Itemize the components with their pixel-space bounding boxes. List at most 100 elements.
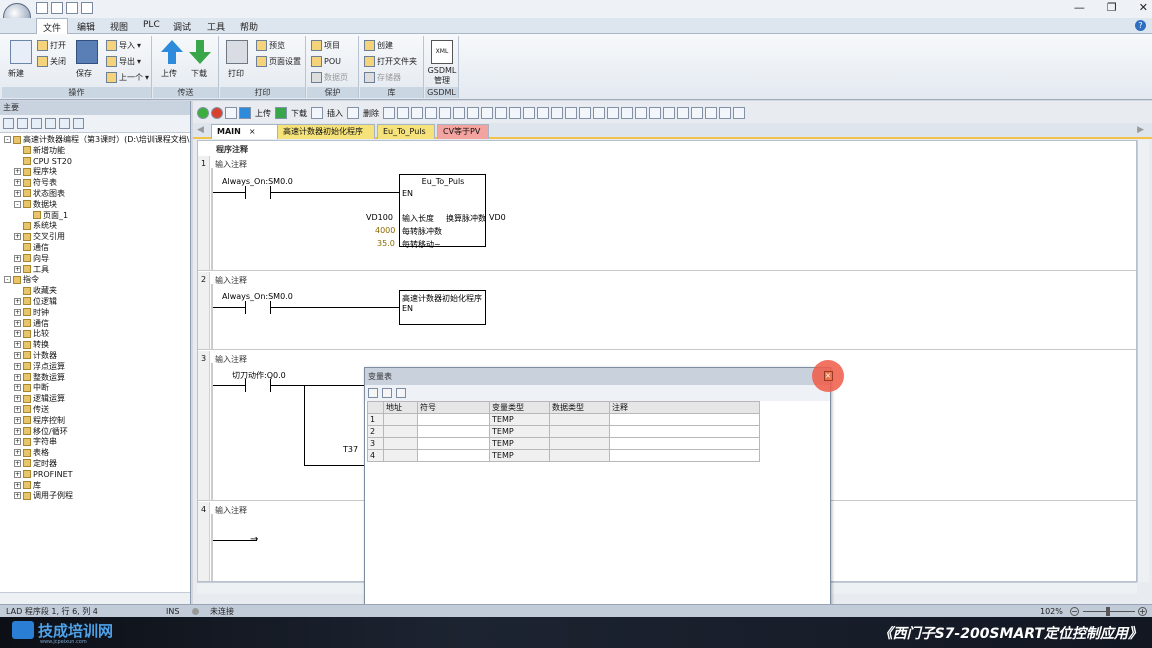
delete-toolbar-button[interactable]: 删除 (361, 108, 381, 119)
tree-item[interactable]: 系统块 (0, 221, 190, 232)
project-protect-button[interactable]: 项目 (311, 40, 340, 51)
expand-icon[interactable]: + (14, 330, 21, 338)
upload-button[interactable]: 上传 (161, 68, 177, 79)
tree-item[interactable]: + PROFINET (0, 470, 190, 481)
table-cell[interactable]: TEMP (489, 449, 550, 462)
table-cell[interactable]: 4 (367, 449, 384, 462)
preview-button[interactable]: 预览 (256, 40, 285, 51)
sort-icon[interactable] (396, 388, 406, 398)
tree-item[interactable]: + 工具 (0, 265, 190, 276)
tool-icon-15[interactable] (579, 107, 591, 119)
tree-item[interactable]: + 向导 (0, 254, 190, 265)
tree-item[interactable]: + 库 (0, 481, 190, 492)
menu-edit[interactable]: 编辑 (77, 20, 95, 33)
tree-item[interactable]: 新增功能 (0, 146, 190, 157)
tab-main[interactable]: MAIN × (211, 124, 283, 139)
tool-icon-14[interactable] (565, 107, 577, 119)
contact-address[interactable]: Always_On:SM0.0 (222, 292, 293, 301)
tool-icon-9[interactable] (495, 107, 507, 119)
tree-item[interactable]: + 传送 (0, 405, 190, 416)
menu-debug[interactable]: 调试 (173, 20, 191, 33)
view-icon-6[interactable] (73, 118, 84, 129)
tool-icon-23[interactable] (691, 107, 703, 119)
network-comment[interactable]: 输入注释 (215, 505, 247, 516)
tab-hsc-init[interactable]: 高速计数器初始化程序 (277, 124, 375, 139)
table-cell[interactable]: 3 (367, 437, 384, 450)
gsdml-manage-button[interactable]: GSDML 管理 (427, 66, 457, 86)
table-row[interactable]: 2 TEMP (367, 425, 760, 438)
expand-icon[interactable]: + (14, 416, 21, 424)
tree-item[interactable]: + 浮点运算 (0, 362, 190, 373)
tree-item[interactable]: + 字符串 (0, 437, 190, 448)
table-cell[interactable] (549, 413, 610, 426)
zoom-slider-thumb[interactable] (1106, 607, 1110, 616)
expand-icon[interactable]: + (14, 405, 21, 413)
minimize-icon[interactable]: — (1074, 1, 1085, 14)
restore-icon[interactable]: ❐ (1107, 1, 1117, 14)
zoom-in-icon[interactable]: + (1138, 607, 1147, 616)
view-icon-4[interactable] (45, 118, 56, 129)
new-button[interactable]: 新建 (8, 68, 24, 79)
upload-small-icon[interactable] (239, 107, 251, 119)
table-row[interactable]: 3 TEMP (367, 437, 760, 450)
insert-toolbar-button[interactable]: 插入 (325, 108, 345, 119)
save-icon[interactable] (66, 2, 78, 14)
table-cell[interactable] (383, 437, 418, 450)
tool-icon-2[interactable] (397, 107, 409, 119)
tree-item[interactable]: + 状态图表 (0, 189, 190, 200)
contact-address[interactable]: 切刀动作:Q0.0 (232, 370, 286, 381)
tree-item[interactable]: 收藏夹 (0, 286, 190, 297)
menu-view[interactable]: 视图 (110, 20, 128, 33)
table-cell[interactable] (383, 449, 418, 462)
download-small-icon[interactable] (275, 107, 287, 119)
download-toolbar-button[interactable]: 下载 (289, 108, 309, 119)
tool-icon-1[interactable] (383, 107, 395, 119)
tree-item[interactable]: + 位逻辑 (0, 297, 190, 308)
network-2[interactable]: 2 输入注释 Always_On:SM0.0 高速计数器初始化程序 EN (198, 272, 1136, 350)
expand-icon[interactable]: + (14, 233, 21, 241)
table-cell[interactable] (549, 425, 610, 438)
collapse-icon[interactable]: - (4, 136, 11, 143)
output-value-vd0[interactable]: VD0 (489, 213, 506, 222)
tree-item[interactable]: + 程序块 (0, 167, 190, 178)
expand-icon[interactable]: + (14, 319, 21, 327)
delete-row-icon[interactable] (382, 388, 392, 398)
view-icon-2[interactable] (17, 118, 28, 129)
tool-icon-16[interactable] (593, 107, 605, 119)
close-button[interactable]: 关闭 (37, 56, 66, 67)
expand-icon[interactable]: + (14, 308, 21, 316)
tree-item[interactable]: + 调用子例程 (0, 491, 190, 502)
expand-icon[interactable]: + (14, 384, 21, 392)
tool-icon-24[interactable] (705, 107, 717, 119)
create-library-button[interactable]: 创建 (364, 40, 393, 51)
table-cell[interactable] (609, 413, 760, 426)
tool-icon-10[interactable] (509, 107, 521, 119)
subroutine-block-hsc-init[interactable]: 高速计数器初始化程序 EN (399, 290, 486, 325)
tab-eu-to-puls[interactable]: Eu_To_Puls (377, 124, 435, 139)
tree-item[interactable]: + 交叉引用 (0, 232, 190, 243)
page-setup-button[interactable]: 页面设置 (256, 56, 301, 67)
tab-scroll-left-icon[interactable]: ◀ (197, 125, 204, 135)
data-page-protect-button[interactable]: 数据页 (311, 72, 348, 83)
menu-help[interactable]: 帮助 (240, 20, 258, 33)
menu-file[interactable]: 文件 (36, 18, 69, 35)
network-1[interactable]: 1 输入注释 Always_On:SM0.0 Eu_To_Puls EN 输入长… (198, 156, 1136, 271)
stop-icon[interactable] (211, 107, 223, 119)
expand-icon[interactable]: + (14, 438, 21, 446)
network-comment[interactable]: 输入注释 (215, 275, 247, 286)
tool-icon-12[interactable] (537, 107, 549, 119)
expand-icon[interactable]: + (14, 254, 21, 262)
tree-item[interactable]: + 中断 (0, 383, 190, 394)
upload-toolbar-button[interactable]: 上传 (253, 108, 273, 119)
tree-item[interactable]: - 高速计数器编程（第3课时）(D:\培训课程文档\1 (0, 135, 190, 146)
save-button[interactable]: 保存 (76, 68, 92, 79)
tool-icon-3[interactable] (411, 107, 423, 119)
tool-icon-8[interactable] (481, 107, 493, 119)
table-cell[interactable] (609, 437, 760, 450)
tool-icon-5[interactable] (439, 107, 451, 119)
view-icon-1[interactable] (3, 118, 14, 129)
timer-address[interactable]: T37 (343, 445, 358, 454)
tool-icon-6[interactable] (453, 107, 465, 119)
table-cell[interactable]: 1 (367, 413, 384, 426)
editor-vertical-scrollbar[interactable] (1137, 140, 1149, 582)
